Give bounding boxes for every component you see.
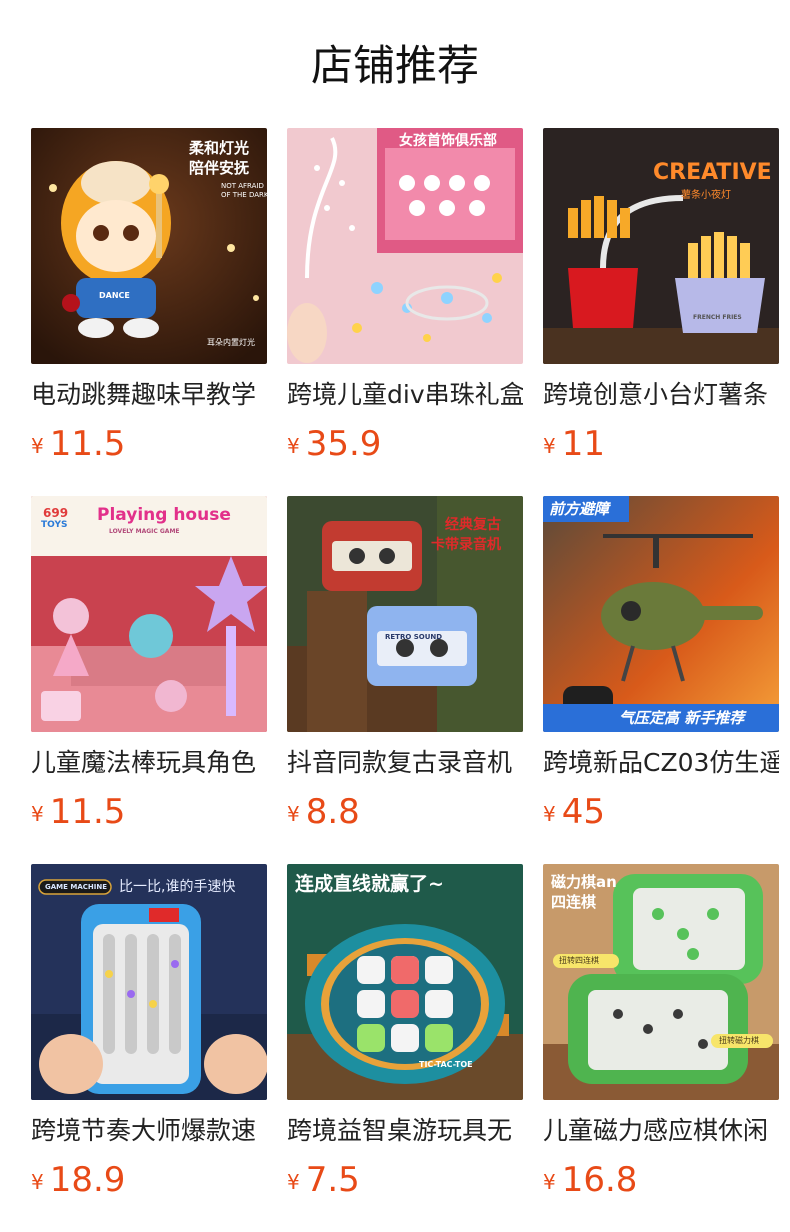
currency-symbol: ¥: [287, 1170, 300, 1194]
product-name[interactable]: 跨境益智桌游玩具无: [287, 1114, 523, 1148]
price-value: 7.5: [305, 1160, 360, 1200]
image-caption: 耳朵内置灯光: [207, 338, 255, 347]
image-caption: RETRO SOUND: [385, 633, 443, 641]
product-grid: 柔和灯光 陪伴安抚 NOT AFRAID OF THE DARK DANCE 耳…: [31, 128, 779, 1200]
currency-symbol: ¥: [543, 802, 556, 826]
product-name[interactable]: 跨境儿童div串珠礼盒: [287, 378, 523, 412]
image-caption: NOT AFRAID: [221, 182, 264, 190]
product-card[interactable]: 前方避障 气压定高 新手推荐 跨境新品CZ03仿生遥 ¥45: [543, 496, 779, 832]
image-caption: 薯条小夜灯: [681, 190, 731, 201]
image-caption: Playing house: [97, 505, 231, 525]
image-caption: 扭转磁力棋: [719, 1036, 759, 1045]
currency-symbol: ¥: [287, 434, 300, 458]
image-caption: FRENCH FRIES: [693, 314, 742, 321]
product-image[interactable]: 连成直线就赢了~ TIC-TAC-TOE: [287, 864, 523, 1100]
currency-symbol: ¥: [543, 1170, 556, 1194]
image-caption: DANCE: [99, 291, 130, 300]
product-card[interactable]: GAME MACHINE 比一比,谁的手速快 跨境节奏大师爆款速 ¥18.9: [31, 864, 267, 1200]
image-caption: 柔和灯光: [189, 139, 250, 157]
image-caption: OF THE DARK: [221, 191, 267, 199]
product-name[interactable]: 抖音同款复古录音机: [287, 746, 523, 780]
image-caption: 气压定高 新手推荐: [619, 709, 745, 727]
image-caption: 磁力棋an: [551, 873, 617, 891]
image-caption: TIC-TAC-TOE: [419, 1060, 473, 1069]
product-price: ¥35.9: [287, 424, 523, 464]
product-name[interactable]: 跨境新品CZ03仿生遥: [543, 746, 779, 780]
image-caption: 连成直线就赢了~: [295, 873, 444, 895]
product-card[interactable]: 磁力棋an 四连棋 扭转四连棋 扭转磁力棋 儿童磁力感应棋休闲 ¥16.8: [543, 864, 779, 1200]
price-value: 11: [561, 424, 605, 464]
product-image[interactable]: 磁力棋an 四连棋 扭转四连棋 扭转磁力棋: [543, 864, 779, 1100]
product-name[interactable]: 电动跳舞趣味早教学: [31, 378, 267, 412]
product-price: ¥11.5: [31, 792, 267, 832]
product-image[interactable]: CREATIVE 薯条小夜灯 FRENCH FRIES: [543, 128, 779, 364]
image-caption: 699: [43, 506, 69, 520]
image-caption: 四连棋: [551, 893, 597, 911]
currency-symbol: ¥: [543, 434, 556, 458]
currency-symbol: ¥: [31, 1170, 44, 1194]
product-card[interactable]: 连成直线就赢了~ TIC-TAC-TOE 跨境益智桌游玩具无 ¥7.5: [287, 864, 523, 1200]
product-card[interactable]: 699 TOYS Playing house LOVELY MAGIC GAME…: [31, 496, 267, 832]
product-card[interactable]: 经典复古 卡带录音机 RETRO SOUND 抖音同款复古录音机 ¥8.8: [287, 496, 523, 832]
price-value: 18.9: [49, 1160, 126, 1200]
price-value: 8.8: [305, 792, 360, 832]
product-price: ¥8.8: [287, 792, 523, 832]
product-image[interactable]: GAME MACHINE 比一比,谁的手速快: [31, 864, 267, 1100]
store-recommend-page: 店铺推荐 柔和灯光 陪伴安抚 NOT AFRAID OF THE DARK DA…: [0, 0, 790, 1232]
price-value: 45: [561, 792, 605, 832]
image-caption: 前方避障: [549, 500, 610, 518]
product-price: ¥45: [543, 792, 779, 832]
product-image[interactable]: 女孩首饰俱乐部: [287, 128, 523, 364]
product-image[interactable]: 699 TOYS Playing house LOVELY MAGIC GAME: [31, 496, 267, 732]
currency-symbol: ¥: [287, 802, 300, 826]
image-caption: 卡带录音机: [431, 537, 501, 553]
product-price: ¥11: [543, 424, 779, 464]
image-caption: 比一比,谁的手速快: [119, 879, 236, 895]
currency-symbol: ¥: [31, 434, 44, 458]
product-card[interactable]: CREATIVE 薯条小夜灯 FRENCH FRIES 跨境创意小台灯薯条 ¥1…: [543, 128, 779, 464]
page-title: 店铺推荐: [310, 41, 479, 90]
image-caption: 经典复古: [445, 517, 501, 533]
price-value: 16.8: [561, 1160, 638, 1200]
product-price: ¥7.5: [287, 1160, 523, 1200]
image-caption: LOVELY MAGIC GAME: [109, 528, 180, 535]
image-caption: 陪伴安抚: [189, 159, 250, 177]
product-price: ¥18.9: [31, 1160, 267, 1200]
product-card[interactable]: 柔和灯光 陪伴安抚 NOT AFRAID OF THE DARK DANCE 耳…: [31, 128, 267, 464]
product-price: ¥11.5: [31, 424, 267, 464]
product-price: ¥16.8: [543, 1160, 779, 1200]
product-image[interactable]: 柔和灯光 陪伴安抚 NOT AFRAID OF THE DARK DANCE 耳…: [31, 128, 267, 364]
price-value: 11.5: [49, 424, 126, 464]
currency-symbol: ¥: [31, 802, 44, 826]
image-caption: CREATIVE: [653, 160, 772, 185]
product-name[interactable]: 儿童磁力感应棋休闲: [543, 1114, 779, 1148]
product-image[interactable]: 前方避障 气压定高 新手推荐: [543, 496, 779, 732]
product-name[interactable]: 儿童魔法棒玩具角色: [31, 746, 267, 780]
price-value: 35.9: [305, 424, 382, 464]
product-card[interactable]: 女孩首饰俱乐部 跨境儿童div串珠礼盒 ¥35.9: [287, 128, 523, 464]
product-name[interactable]: 跨境节奏大师爆款速: [31, 1114, 267, 1148]
product-name[interactable]: 跨境创意小台灯薯条: [543, 378, 779, 412]
product-image[interactable]: 经典复古 卡带录音机 RETRO SOUND: [287, 496, 523, 732]
image-caption: TOYS: [41, 520, 68, 530]
image-caption: 扭转四连棋: [559, 956, 599, 965]
image-caption: 女孩首饰俱乐部: [399, 133, 497, 149]
image-caption: GAME MACHINE: [45, 883, 107, 891]
price-value: 11.5: [49, 792, 126, 832]
